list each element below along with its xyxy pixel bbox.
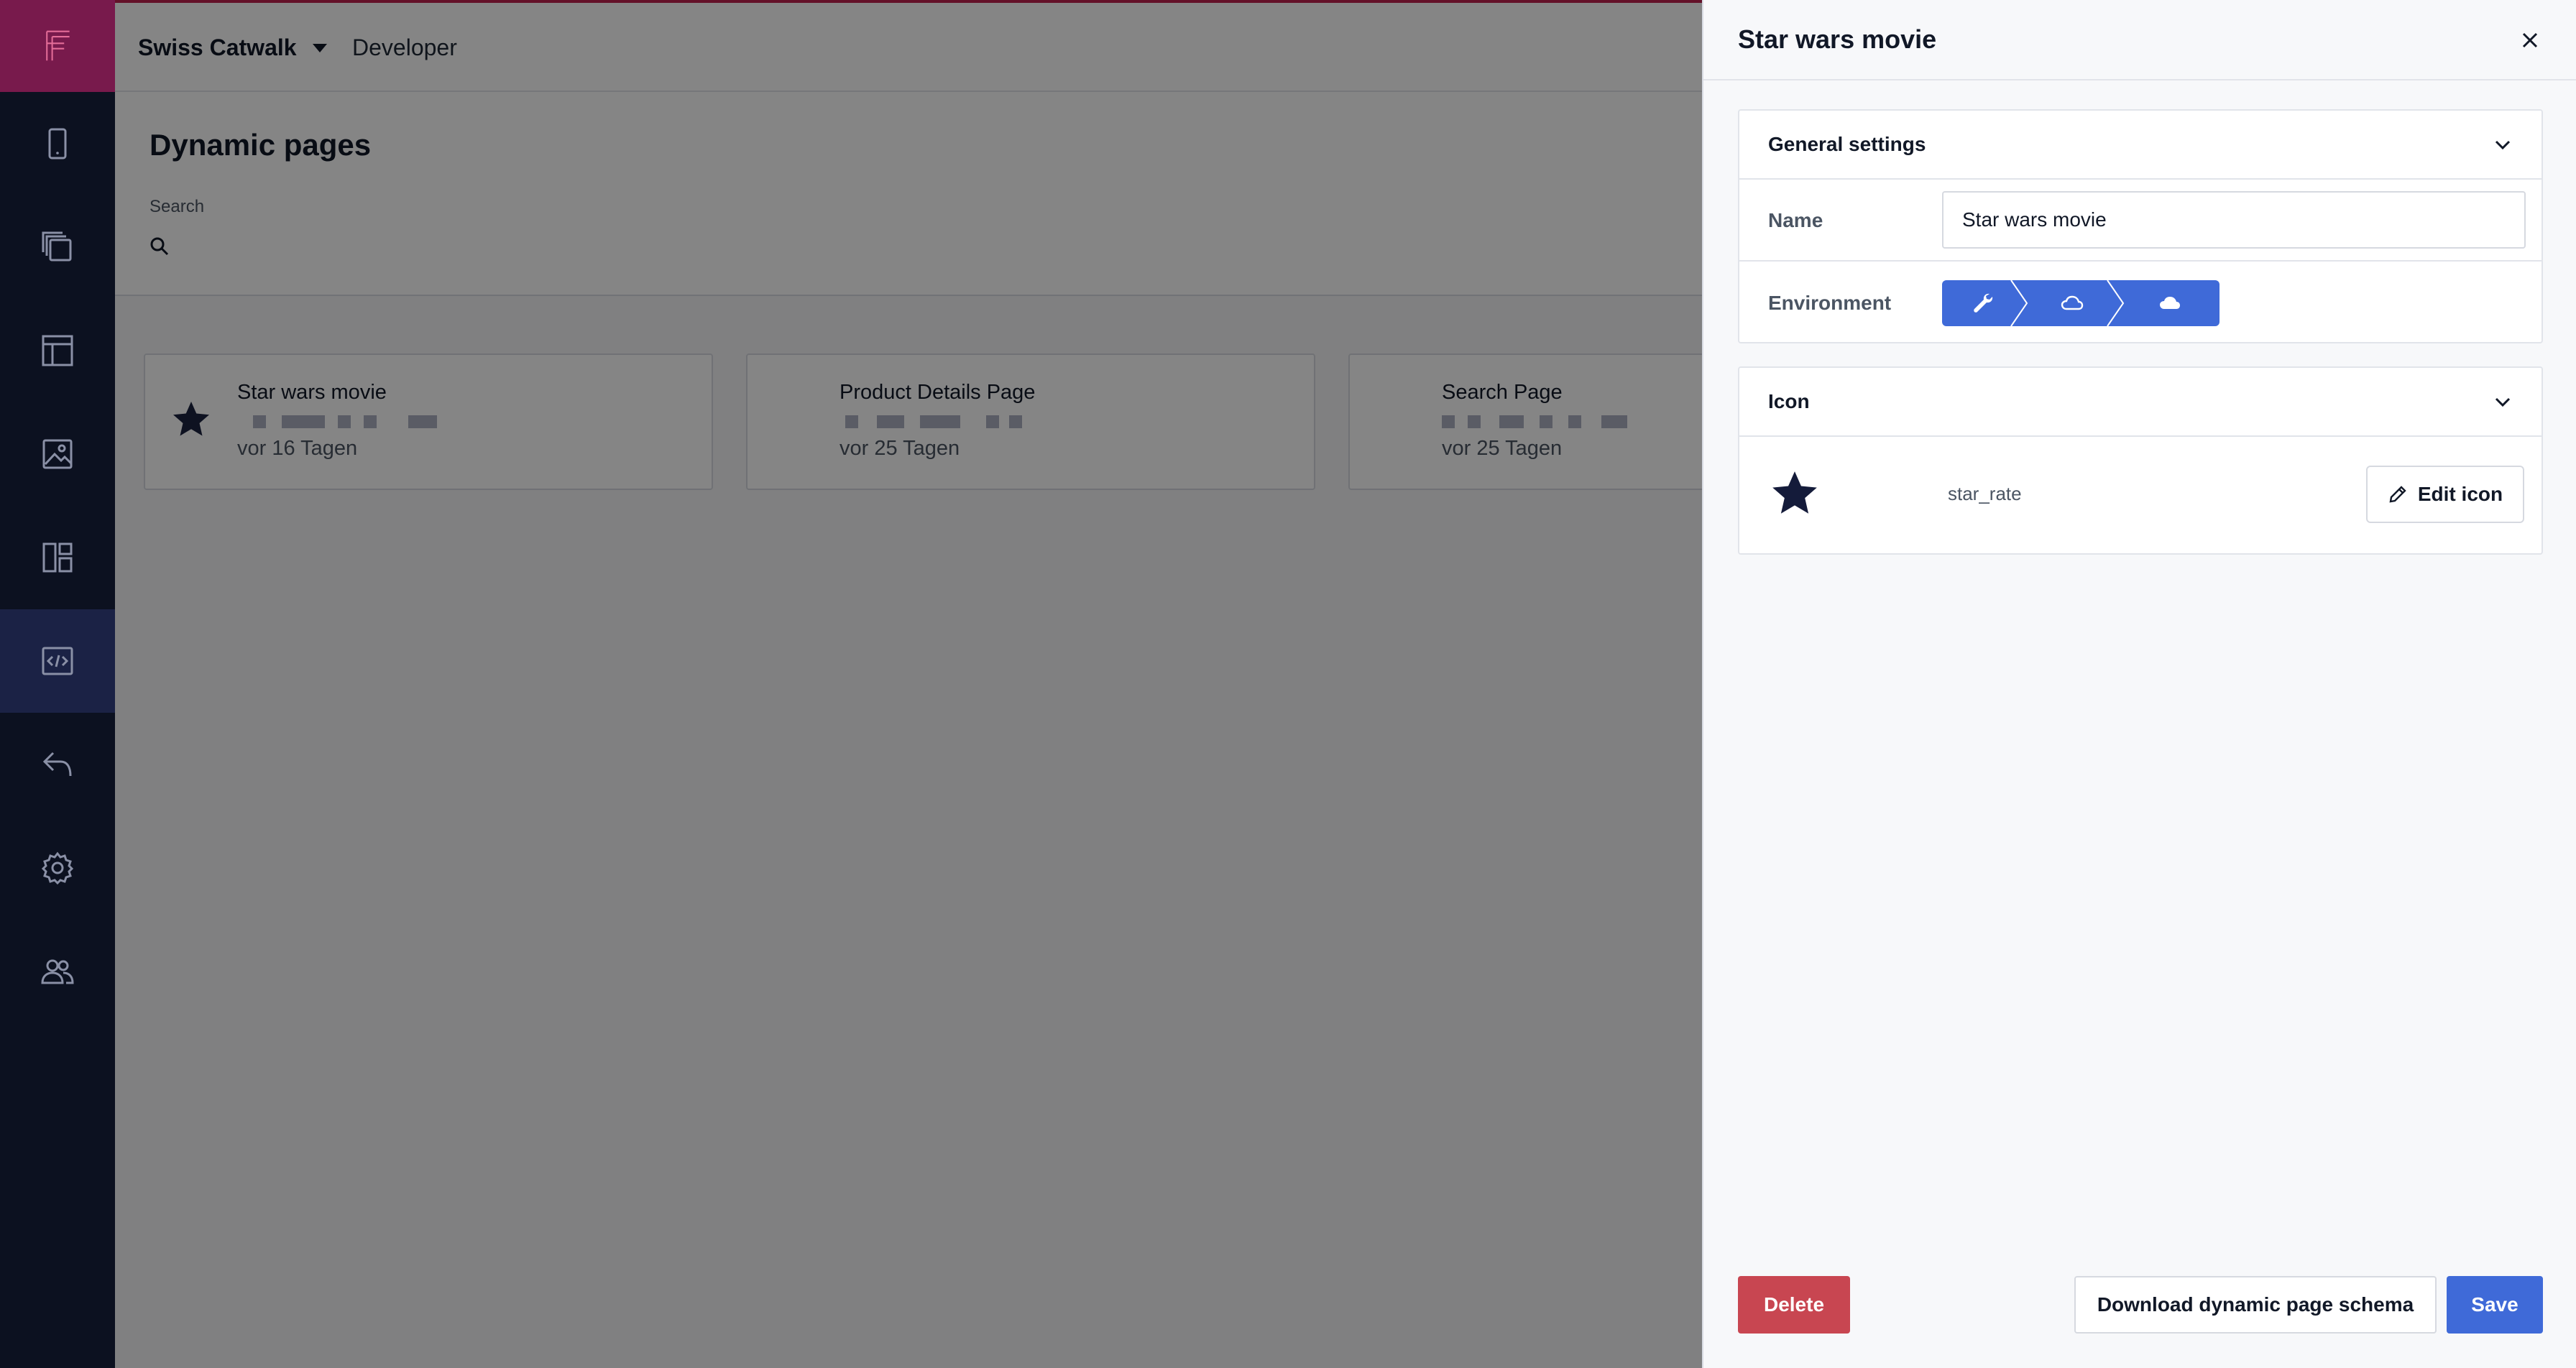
drawer-header: Star wars movie bbox=[1703, 0, 2576, 80]
mobile-icon bbox=[48, 128, 67, 160]
close-icon bbox=[2522, 32, 2538, 48]
general-settings-section: General settings Name Environment bbox=[1738, 109, 2543, 343]
name-row: Name bbox=[1739, 181, 2542, 262]
save-button[interactable]: Save bbox=[2447, 1276, 2543, 1334]
section-heading: Icon bbox=[1768, 390, 1810, 412]
environment-staging[interactable] bbox=[2024, 280, 2125, 326]
wrench-icon bbox=[1974, 293, 1993, 313]
cloud-filled-icon bbox=[2160, 297, 2180, 309]
chevron-down-icon bbox=[2495, 397, 2511, 407]
name-input[interactable] bbox=[1942, 191, 2526, 249]
name-label: Name bbox=[1768, 209, 1823, 231]
layout-icon bbox=[42, 335, 73, 366]
code-icon bbox=[42, 647, 73, 675]
page-settings-drawer: Star wars movie General settings Name En… bbox=[1702, 0, 2576, 1368]
sidebar-item-back[interactable] bbox=[0, 713, 115, 816]
chevron-down-icon bbox=[2495, 140, 2511, 150]
download-schema-button[interactable]: Download dynamic page schema bbox=[2074, 1276, 2437, 1334]
environment-development[interactable] bbox=[1942, 280, 2028, 326]
edit-icon-button[interactable]: Edit icon bbox=[2366, 466, 2524, 523]
icon-section-toggle[interactable]: Icon bbox=[1739, 368, 2542, 437]
star-icon bbox=[1772, 471, 1817, 514]
separator bbox=[2107, 280, 2125, 326]
general-settings-toggle[interactable]: General settings bbox=[1739, 111, 2542, 180]
close-button[interactable] bbox=[2517, 27, 2543, 53]
sidebar-item-pages[interactable] bbox=[0, 195, 115, 299]
icon-name: star_rate bbox=[1948, 483, 2022, 504]
users-icon bbox=[41, 959, 74, 984]
sidebar-item-media[interactable] bbox=[0, 402, 115, 506]
app-sidebar bbox=[0, 0, 115, 1368]
environment-label: Environment bbox=[1768, 292, 1892, 314]
sidebar-item-devices[interactable] bbox=[0, 92, 115, 195]
separator bbox=[2010, 280, 2028, 326]
reply-icon bbox=[42, 752, 72, 777]
environment-selector bbox=[1942, 280, 2220, 326]
pages-icon bbox=[42, 231, 72, 262]
sidebar-item-settings[interactable] bbox=[0, 816, 115, 920]
image-icon bbox=[42, 439, 73, 469]
section-heading: General settings bbox=[1768, 133, 1926, 155]
delete-button[interactable]: Delete bbox=[1738, 1276, 1850, 1334]
environment-row: Environment bbox=[1739, 263, 2542, 343]
pencil-icon bbox=[2389, 486, 2406, 503]
icon-section: Icon star_rate Edit icon bbox=[1738, 366, 2543, 555]
brand-logo-icon bbox=[46, 30, 70, 61]
app-logo[interactable] bbox=[0, 0, 115, 92]
environment-production[interactable] bbox=[2120, 280, 2220, 326]
edit-icon-label: Edit icon bbox=[2417, 483, 2503, 505]
modal-backdrop[interactable] bbox=[115, 0, 1702, 1368]
sidebar-item-dashboard[interactable] bbox=[0, 506, 115, 609]
dashboard-icon bbox=[42, 542, 73, 573]
gear-icon bbox=[41, 851, 74, 885]
sidebar-item-users[interactable] bbox=[0, 920, 115, 1023]
drawer-title: Star wars movie bbox=[1738, 24, 1937, 54]
sidebar-item-layout[interactable] bbox=[0, 299, 115, 402]
sidebar-item-developer[interactable] bbox=[0, 609, 115, 713]
cloud-outline-icon bbox=[2061, 295, 2084, 310]
